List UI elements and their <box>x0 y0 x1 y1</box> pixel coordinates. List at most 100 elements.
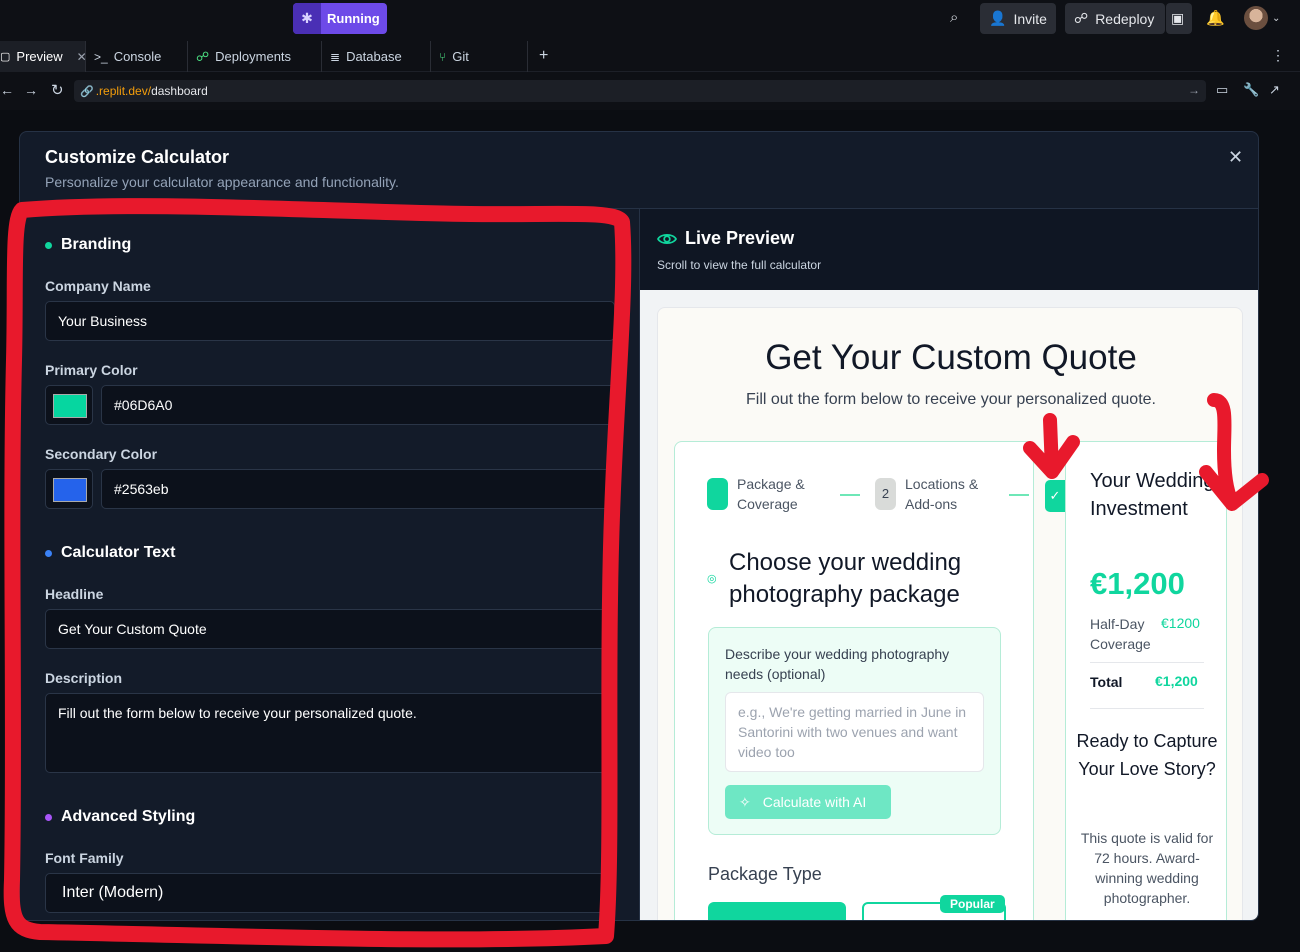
new-tab-icon[interactable]: + <box>539 47 548 65</box>
headline-label: Headline <box>45 586 104 602</box>
search-icon[interactable]: ⌕ <box>950 9 958 26</box>
bell-icon[interactable]: 🔔 <box>1206 9 1225 27</box>
primary-color-swatch <box>53 394 87 418</box>
section-heading: Choose your wedding photography package <box>729 549 962 608</box>
summary-total-amount: €1,200 <box>1090 566 1185 601</box>
secondary-color-swatch <box>53 478 87 502</box>
terminal-icon: >_ <box>94 49 108 64</box>
sparkle-icon: ✧ <box>739 793 751 810</box>
step-label: Package & Coverage <box>737 476 805 512</box>
back-icon[interactable]: ← <box>0 82 14 98</box>
invite-label: Invite <box>1013 10 1047 27</box>
step-locations-addons[interactable]: 2 Locations & Add-ons <box>875 474 978 514</box>
go-arrow-icon[interactable]: → <box>1188 83 1200 97</box>
git-icon: ⑂ <box>439 49 447 64</box>
company-name-input[interactable]: Your Business <box>45 301 615 341</box>
company-name-label: Company Name <box>45 278 151 294</box>
deploy-options-button[interactable]: ▣ <box>1166 3 1192 34</box>
invite-button[interactable]: 👤 Invite <box>980 3 1056 34</box>
window-icon: ▣ <box>1171 10 1185 26</box>
calculator-text-section-title: Calculator Text <box>45 544 175 562</box>
headline-input[interactable]: Get Your Custom Quote <box>45 609 615 649</box>
divider <box>1090 662 1204 663</box>
redeploy-button[interactable]: ☍ Redeploy <box>1065 3 1165 34</box>
preview-icon: ▢ <box>0 51 11 63</box>
eye-icon <box>657 233 677 244</box>
live-preview-title-label: Live Preview <box>685 228 795 248</box>
section-title-label: Branding <box>61 236 132 253</box>
chevron-down-icon[interactable]: ⌄ <box>1272 13 1280 24</box>
step-number <box>707 478 728 510</box>
primary-color-label: Primary Color <box>45 362 138 378</box>
dialog-subtitle: Personalize your calculator appearance a… <box>45 174 399 190</box>
more-options-icon[interactable]: ⋮ <box>1271 47 1285 64</box>
total-value: €1,200 <box>1155 673 1198 689</box>
section-dot-icon <box>45 813 52 821</box>
secondary-color-input[interactable]: #2563eb <box>101 469 615 509</box>
ai-description-label: Describe your wedding photography needs … <box>725 646 950 682</box>
dialog-title: Customize Calculator <box>45 147 230 167</box>
section-dot-icon <box>45 241 52 249</box>
top-bar: ✱ Running ⌕ 👤 Invite ☍ Redeploy ▣ 🔔 ⌄ <box>0 0 1300 41</box>
step-number: 2 <box>875 478 896 510</box>
settings-pane: Branding Company Name Your Business Prim… <box>20 209 639 920</box>
secondary-color-label: Secondary Color <box>45 446 158 462</box>
live-preview-title: Live Preview <box>657 228 794 249</box>
divider <box>1090 708 1204 709</box>
deploy-icon: ☍ <box>1074 10 1089 26</box>
line-item-price: €1200 <box>1161 615 1200 631</box>
summary-note: This quote is valid for 72 hours. Award-… <box>1080 830 1214 906</box>
url-host: .replit.dev/ <box>95 84 152 98</box>
primary-color-input[interactable]: #06D6A0 <box>101 385 615 425</box>
running-button[interactable]: ✱ Running <box>293 3 387 34</box>
secondary-color-picker[interactable] <box>45 469 93 509</box>
section-title-label: Advanced Styling <box>61 808 196 825</box>
section-title-label: Calculator Text <box>61 544 176 561</box>
redeploy-label: Redeploy <box>1095 10 1155 27</box>
investment-summary-card: Your Wedding Investment €1,200 Half-Day … <box>1065 441 1227 920</box>
primary-color-picker[interactable] <box>45 385 93 425</box>
font-family-select[interactable]: Inter (Modern) <box>45 873 615 913</box>
live-preview-subtitle: Scroll to view the full calculator <box>657 258 822 272</box>
branding-section-title: Branding <box>45 236 131 254</box>
deploy-icon: ☍ <box>196 48 210 64</box>
calculator-preview: Get Your Custom Quote Fill out the form … <box>657 307 1243 920</box>
monitor-icon[interactable]: ▭ <box>1216 82 1228 98</box>
description-textarea[interactable]: Fill out the form below to receive your … <box>45 693 615 773</box>
url-field[interactable]: 🔗 .replit.dev/ dashboard → <box>74 80 1206 102</box>
preview-description: Fill out the form below to receive your … <box>746 391 1156 408</box>
tab-console[interactable]: >_ Console <box>86 41 188 72</box>
calculate-with-ai-button[interactable]: ✧ Calculate with AI <box>725 785 891 819</box>
package-option-selected[interactable] <box>708 902 846 920</box>
avatar[interactable] <box>1244 6 1268 30</box>
step-package-coverage[interactable]: Package & Coverage <box>707 474 805 514</box>
live-preview-pane: Live Preview Scroll to view the full cal… <box>639 209 1258 920</box>
tab-deployments[interactable]: ☍ Deployments <box>188 41 322 72</box>
summary-cta: Ready to Capture Your Love Story? <box>1076 731 1218 779</box>
description-label: Description <box>45 670 123 686</box>
running-label: Running <box>327 11 380 26</box>
close-icon[interactable]: ✕ <box>1228 147 1243 168</box>
summary-title: Your Wedding Investment <box>1090 470 1215 520</box>
wrench-icon[interactable]: 🔧 <box>1243 82 1259 98</box>
section-dot-icon <box>45 549 52 557</box>
add-user-icon: 👤 <box>989 10 1007 26</box>
tab-preview[interactable]: ▢ Preview ✕ <box>0 41 87 72</box>
tab-database[interactable]: ≣ Database <box>322 41 431 72</box>
url-path: dashboard <box>151 84 208 98</box>
replit-logo-icon: ✱ <box>293 3 321 34</box>
refresh-icon[interactable]: ↻ <box>51 81 64 99</box>
tab-bar: ▢ Preview ✕ >_ Console ☍ Deployments ≣ D… <box>0 41 1300 72</box>
tab-git[interactable]: ⑂ Git <box>431 41 528 72</box>
check-circle-icon: ✓ <box>1045 480 1065 512</box>
step-connector <box>840 494 860 496</box>
step-label: Locations & Add-ons <box>905 476 979 512</box>
popular-badge: Popular <box>940 895 1005 913</box>
link-icon: 🔗 <box>80 85 94 98</box>
external-link-icon[interactable]: ↗ <box>1269 82 1280 98</box>
forward-icon[interactable]: → <box>24 82 38 98</box>
package-type-label: Package Type <box>708 864 822 884</box>
tab-label: Git <box>452 49 469 64</box>
ai-description-textarea[interactable]: e.g., We're getting married in June in S… <box>725 692 984 772</box>
preview-scroll-area[interactable]: Get Your Custom Quote Fill out the form … <box>640 290 1258 920</box>
